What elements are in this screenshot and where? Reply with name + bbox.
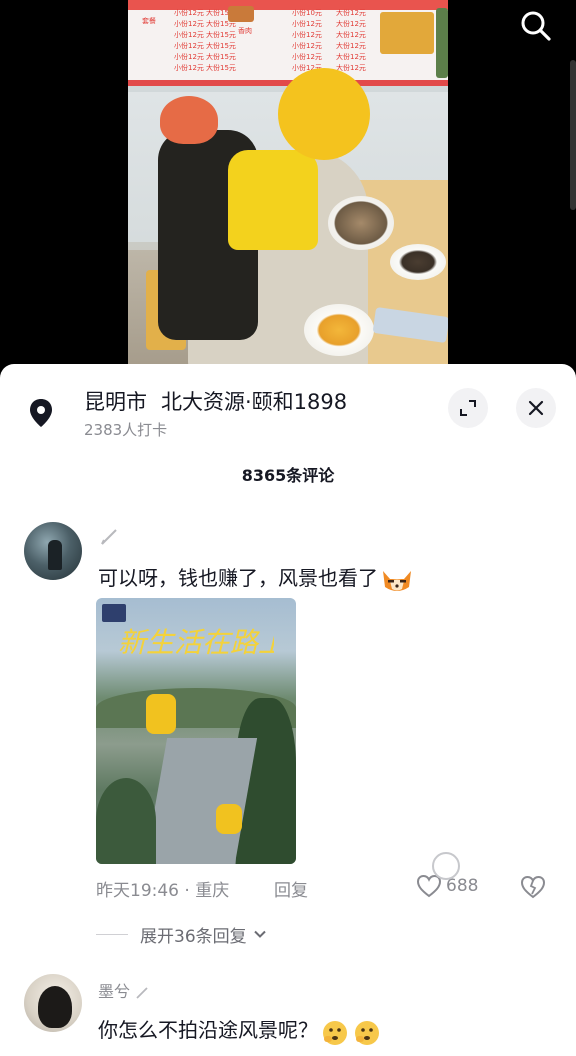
menu-item: 大份15元 bbox=[206, 42, 236, 50]
image-rider bbox=[146, 694, 176, 734]
comment-text: 可以呀，钱也赚了，风景也看了 bbox=[98, 562, 414, 595]
comment-meta: 昨天19:46 · 重庆 回复 688 bbox=[96, 874, 556, 901]
menu-item: 大份12元 bbox=[336, 53, 366, 61]
comment-text-body: 你怎么不拍沿途风景呢？ bbox=[98, 1018, 318, 1042]
expand-icon bbox=[460, 400, 476, 416]
checkin-count: 2383人打卡 bbox=[84, 421, 168, 439]
food-bowl bbox=[328, 196, 394, 250]
video-frame[interactable]: 套餐 小份12元 小份12元 小份12元 小份12元 小份12元 小份12元 大份15元大… bbox=[128, 0, 448, 372]
menu-item: 小份12元 bbox=[174, 53, 204, 61]
menu-col-3: 小份10元 小份12元 小份12元 小份12元 小份12元 小份12元 bbox=[292, 8, 322, 74]
menu-item: 大份12元 bbox=[336, 42, 366, 50]
yellow-vest bbox=[228, 150, 318, 250]
comment-time-location: 昨天19:46 · 重庆 bbox=[96, 881, 230, 901]
expand-replies-button[interactable]: 展开36条回复 bbox=[96, 922, 267, 947]
menu-item: 小份12元 bbox=[174, 42, 204, 50]
comment-sheet: 昆明市 北大资源·颐和1898 2383人打卡 8365条评论 可以呀，钱也赚了，… bbox=[0, 364, 576, 1056]
menu-header: 套餐 bbox=[142, 17, 156, 25]
menu-col-4: 大份12元 大份12元 大份12元 大份12元 大份12元 大份12元 bbox=[336, 8, 366, 74]
side-bowl bbox=[390, 244, 446, 280]
location-bar[interactable]: 昆明市 北大资源·颐和1898 2383人打卡 bbox=[0, 364, 576, 450]
location-title[interactable]: 昆明市 北大资源·颐和1898 bbox=[84, 386, 347, 416]
expand-button[interactable] bbox=[448, 388, 488, 428]
comment-count-title: 8365条评论 bbox=[241, 466, 335, 485]
menu-item: 小份12元 bbox=[292, 42, 322, 50]
baby-hat bbox=[160, 96, 218, 144]
search-button[interactable] bbox=[516, 6, 556, 46]
comment-username-text: 墨兮 bbox=[98, 982, 131, 1001]
menu-item: 小份12元 bbox=[174, 20, 204, 28]
menu-item: 小份12元 bbox=[174, 31, 204, 39]
location-place: 北大资源·颐和1898 bbox=[161, 390, 348, 414]
thinking-emoji-icon bbox=[323, 1020, 347, 1045]
menu-item: 小份12元 bbox=[174, 64, 204, 72]
edit-pen-icon bbox=[101, 529, 117, 545]
menu-dish-image bbox=[436, 8, 448, 78]
menu-item: 小份12元 bbox=[292, 31, 322, 39]
edit-pen-icon bbox=[136, 986, 148, 999]
soup-bowl bbox=[304, 304, 374, 356]
chevron-down-icon bbox=[253, 930, 266, 938]
comment-image[interactable]: 新生活在路上 bbox=[96, 598, 296, 864]
avatar[interactable] bbox=[24, 522, 82, 580]
close-icon bbox=[528, 400, 544, 416]
comment-username[interactable]: 墨兮 bbox=[98, 978, 149, 1002]
video-player[interactable]: 套餐 小份12元 小份12元 小份12元 小份12元 小份12元 小份12元 大份15元大… bbox=[0, 0, 576, 380]
fox-emoji-icon bbox=[383, 570, 411, 591]
divider-line bbox=[96, 933, 128, 935]
image-headline-text: 新生活在路上 bbox=[118, 626, 274, 659]
expand-replies-label: 展开36条回复 bbox=[140, 926, 247, 947]
menu-item: 小份12元 bbox=[292, 20, 322, 28]
image-rider bbox=[216, 804, 242, 834]
search-icon bbox=[521, 11, 551, 41]
menu-dish-image bbox=[228, 6, 254, 22]
menu-item: 小份10元 bbox=[292, 9, 322, 17]
thinking-emoji-icon bbox=[355, 1020, 379, 1045]
touch-indicator bbox=[432, 852, 460, 880]
menu-item: 大份12元 bbox=[336, 31, 366, 39]
menu-dish-image bbox=[380, 12, 434, 54]
dislike-icon[interactable] bbox=[520, 874, 546, 900]
menu-item: 大份12元 bbox=[336, 9, 366, 17]
menu-item: 大份12元 bbox=[336, 20, 366, 28]
menu-item: 大份15元 bbox=[206, 64, 236, 72]
comment-text: 你怎么不拍沿途风景呢？ bbox=[98, 1014, 382, 1047]
menu-tag: 香肉 bbox=[238, 27, 252, 35]
menu-col-1: 小份12元 小份12元 小份12元 小份12元 小份12元 小份12元 bbox=[174, 8, 204, 74]
side-scroll-hint bbox=[570, 60, 576, 210]
image-headline: 新生活在路上 bbox=[118, 626, 274, 659]
close-button[interactable] bbox=[516, 388, 556, 428]
location-pin-icon bbox=[30, 399, 52, 427]
comment-text-body: 可以呀，钱也赚了，风景也看了 bbox=[98, 566, 378, 590]
avatar[interactable] bbox=[24, 974, 82, 1032]
menu-item: 小份12元 bbox=[174, 9, 204, 17]
menu-item: 大份15元 bbox=[206, 53, 236, 61]
menu-item: 大份15元 bbox=[206, 31, 236, 39]
menu-board: 套餐 小份12元 小份12元 小份12元 小份12元 小份12元 小份12元 大份15元大… bbox=[128, 0, 448, 86]
menu-item: 小份12元 bbox=[292, 53, 322, 61]
reply-button[interactable]: 回复 bbox=[274, 876, 308, 901]
location-city: 昆明市 bbox=[84, 390, 147, 414]
yellow-helmet bbox=[278, 68, 370, 160]
